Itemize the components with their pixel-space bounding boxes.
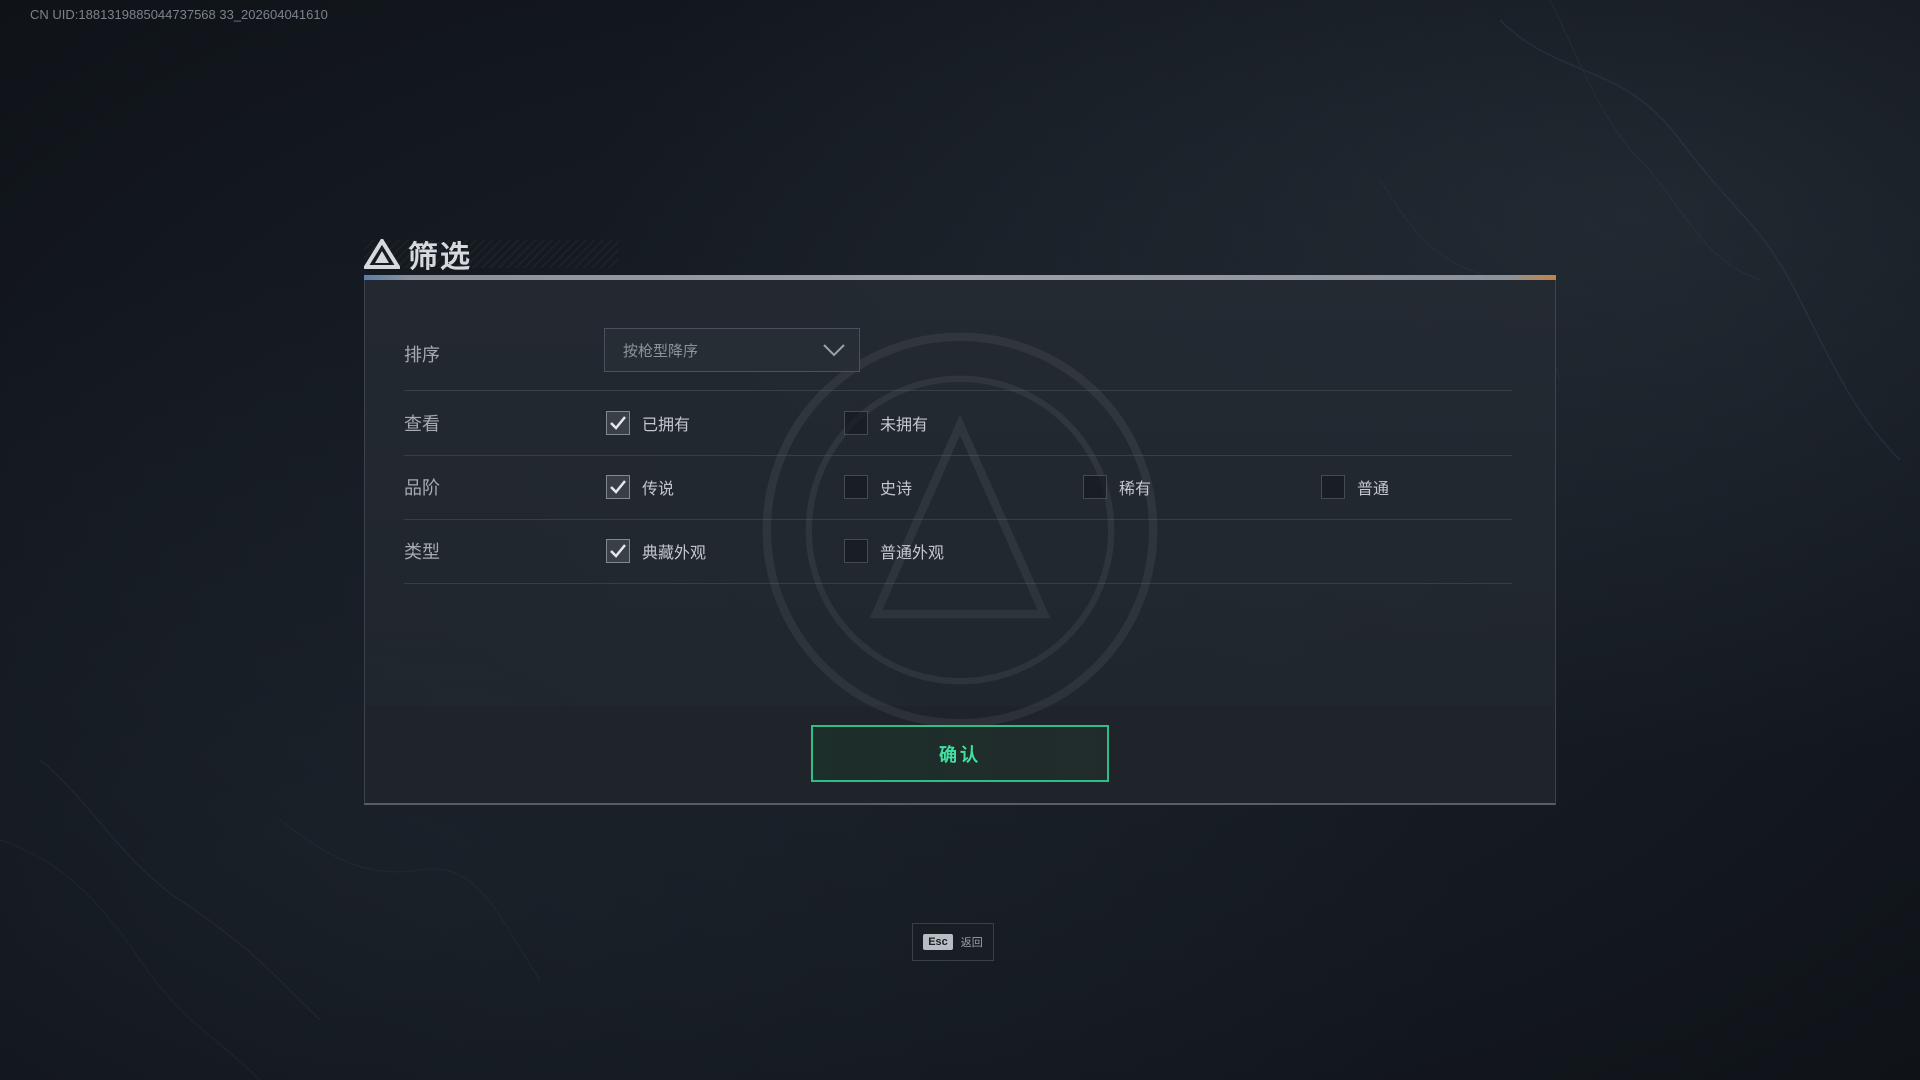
sort-dropdown-value: 按枪型降序 bbox=[623, 341, 699, 360]
uid-label: CN UID:1881319885044737568 33_2026040416… bbox=[30, 7, 328, 22]
panel-title: 筛选 bbox=[364, 232, 472, 276]
checkbox-epic[interactable] bbox=[844, 475, 868, 499]
option-label: 普通外观 bbox=[880, 543, 945, 562]
option-common[interactable]: 普通 bbox=[1321, 475, 1389, 499]
checkbox-not-owned[interactable] bbox=[844, 411, 868, 435]
option-normal-skin[interactable]: 普通外观 bbox=[844, 539, 944, 563]
option-label: 典藏外观 bbox=[642, 543, 707, 562]
checkbox-rare[interactable] bbox=[1083, 475, 1107, 499]
esc-back-label: 返回 bbox=[960, 936, 983, 949]
option-label: 未拥有 bbox=[880, 415, 929, 434]
checkmark-icon bbox=[610, 480, 626, 494]
chevron-down-icon bbox=[823, 344, 845, 357]
option-label: 已拥有 bbox=[642, 415, 691, 434]
esc-key-icon: Esc bbox=[923, 934, 953, 950]
checkmark-icon bbox=[610, 544, 626, 558]
type-row: 类型 bbox=[404, 519, 1512, 584]
option-rare[interactable]: 稀有 bbox=[1083, 475, 1151, 499]
confirm-button[interactable]: 确认 bbox=[811, 725, 1109, 782]
option-label: 稀有 bbox=[1119, 479, 1152, 498]
checkmark-icon bbox=[610, 416, 626, 430]
rarity-label: 品阶 bbox=[404, 478, 440, 499]
sort-row: 排序 bbox=[404, 318, 1512, 391]
checkbox-common[interactable] bbox=[1321, 475, 1345, 499]
checkbox-collection-skin[interactable] bbox=[606, 539, 630, 563]
checkbox-owned[interactable] bbox=[606, 411, 630, 435]
sort-dropdown[interactable]: 按枪型降序 bbox=[604, 328, 860, 372]
option-collection-skin[interactable]: 典藏外观 bbox=[606, 539, 706, 563]
panel-title-text: 筛选 bbox=[408, 240, 472, 275]
esc-back-button[interactable]: Esc 返回 bbox=[912, 923, 994, 961]
option-label: 普通 bbox=[1357, 479, 1390, 498]
option-legendary[interactable]: 传说 bbox=[606, 475, 674, 499]
option-label: 史诗 bbox=[880, 479, 913, 498]
checkbox-normal-skin[interactable] bbox=[844, 539, 868, 563]
option-owned[interactable]: 已拥有 bbox=[606, 411, 690, 435]
type-label: 类型 bbox=[404, 542, 440, 563]
panel-top-bar bbox=[364, 275, 1556, 280]
triangle-logo-icon bbox=[364, 239, 400, 269]
checkbox-legendary[interactable] bbox=[606, 475, 630, 499]
view-row: 查看 bbox=[404, 391, 1512, 456]
option-not-owned[interactable]: 未拥有 bbox=[844, 411, 928, 435]
view-label: 查看 bbox=[404, 414, 440, 435]
sort-label: 排序 bbox=[404, 345, 440, 366]
option-label: 传说 bbox=[642, 479, 675, 498]
option-epic[interactable]: 史诗 bbox=[844, 475, 912, 499]
